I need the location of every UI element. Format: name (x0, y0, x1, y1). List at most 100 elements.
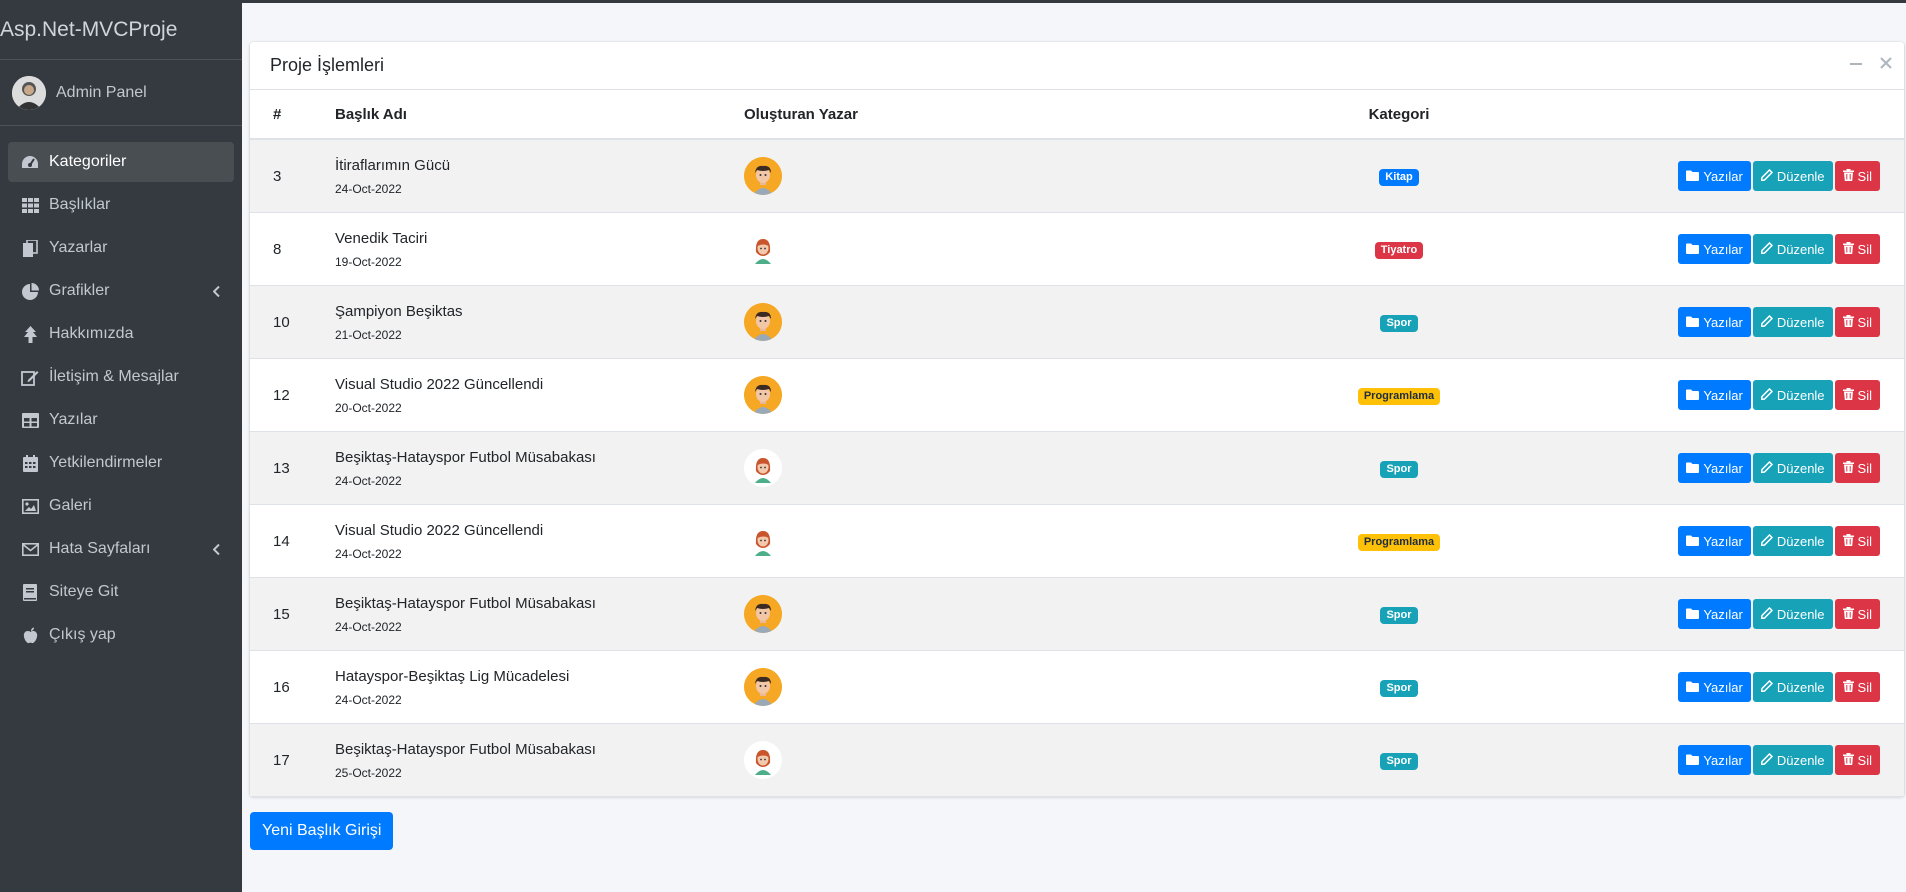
pencil-icon (1760, 752, 1777, 768)
row-actions: Yazılar Düzenle Sil (1554, 723, 1904, 797)
delete-button[interactable]: Sil (1834, 234, 1880, 264)
posts-button-label: Yazılar (1703, 679, 1743, 695)
envelope-icon (20, 539, 40, 559)
sidebar-item-yetkilendirmeler[interactable]: Yetkilendirmeler (8, 443, 234, 483)
edit-button-label: Düzenle (1776, 314, 1825, 330)
pencil-icon (1760, 168, 1777, 184)
apple-icon (20, 625, 40, 645)
posts-button[interactable]: Yazılar (1678, 234, 1751, 264)
edit-button[interactable]: Düzenle (1752, 599, 1833, 629)
posts-button-label: Yazılar (1703, 168, 1743, 184)
sidebar-item-hakkımızda[interactable]: Hakkımızda (8, 314, 234, 354)
delete-button-label: Sil (1857, 460, 1872, 476)
trash-icon (1842, 460, 1858, 476)
posts-button[interactable]: Yazılar (1678, 453, 1751, 483)
delete-button[interactable]: Sil (1834, 161, 1880, 191)
column-header-author: Oluşturan Yazar (744, 90, 1244, 140)
edit-button[interactable]: Düzenle (1752, 745, 1833, 775)
new-topic-button[interactable]: Yeni Başlık Girişi (250, 812, 394, 850)
sidebar-item-başlıklar[interactable]: Başlıklar (8, 185, 234, 225)
sidebar-item-siteye-git[interactable]: Siteye Git (8, 572, 234, 612)
sidebar-item-i-letişim-mesajlar[interactable]: İletişim & Mesajlar (8, 357, 234, 397)
trash-icon (1842, 241, 1858, 257)
posts-button-label: Yazılar (1703, 241, 1743, 257)
delete-button-label: Sil (1857, 168, 1872, 184)
trash-icon (1842, 533, 1858, 549)
row-id: 3 (250, 139, 335, 213)
delete-button[interactable]: Sil (1834, 745, 1880, 775)
posts-button[interactable]: Yazılar (1678, 526, 1751, 556)
sidebar-item-yazarlar[interactable]: Yazarlar (8, 228, 234, 268)
pencil-icon (1760, 533, 1777, 549)
edit-button[interactable]: Düzenle (1752, 307, 1833, 337)
grid-icon (20, 195, 40, 215)
sidebar-item-çıkış-yap[interactable]: Çıkış yap (8, 615, 234, 655)
edit-button-label: Düzenle (1776, 606, 1825, 622)
folder-icon (1686, 534, 1703, 549)
row-title-cell: Beşiktaş-Hatayspor Futbol Müsabakası 25-O… (335, 723, 744, 797)
row-author-cell (744, 504, 1244, 578)
row-actions: Yazılar Düzenle Sil (1554, 358, 1904, 432)
delete-button-label: Sil (1857, 241, 1872, 257)
delete-button[interactable]: Sil (1834, 380, 1880, 410)
row-date: 24-Oct-2022 (335, 181, 402, 196)
author-avatar (744, 230, 782, 268)
author-avatar (744, 668, 782, 706)
sidebar-item-hata-sayfaları[interactable]: Hata Sayfaları (8, 529, 234, 569)
delete-button[interactable]: Sil (1834, 672, 1880, 702)
row-date: 24-Oct-2022 (335, 619, 402, 634)
posts-button[interactable]: Yazılar (1678, 599, 1751, 629)
table-row: 3 İtiraflarımın Gücü 24-Oct-2022 Kitap Yazıl… (250, 139, 1904, 213)
posts-button[interactable]: Yazılar (1678, 380, 1751, 410)
edit-button-label: Düzenle (1776, 533, 1825, 549)
sidebar-item-grafikler[interactable]: Grafikler (8, 271, 234, 311)
edit-button[interactable]: Düzenle (1752, 234, 1833, 264)
posts-button[interactable]: Yazılar (1678, 745, 1751, 775)
edit-button[interactable]: Düzenle (1752, 453, 1833, 483)
edit-button[interactable]: Düzenle (1752, 380, 1833, 410)
card-tools (1850, 56, 1892, 74)
author-avatar (744, 449, 782, 487)
delete-button-label: Sil (1857, 606, 1872, 622)
edit-button-label: Düzenle (1776, 460, 1825, 476)
folder-icon (1686, 315, 1703, 330)
posts-button[interactable]: Yazılar (1678, 161, 1751, 191)
row-actions: Yazılar Düzenle Sil (1554, 504, 1904, 578)
edit-button[interactable]: Düzenle (1752, 672, 1833, 702)
sidebar-item-label: İletişim & Mesajlar (49, 368, 179, 385)
trash-icon (1842, 679, 1858, 695)
row-id: 17 (250, 723, 335, 797)
sidebar-item-kategoriler[interactable]: Kategoriler (8, 142, 234, 182)
user-panel[interactable]: Admin Panel (0, 60, 242, 126)
row-category-cell: Spor (1244, 431, 1554, 505)
posts-button-label: Yazılar (1703, 314, 1743, 330)
row-author-cell (744, 723, 1244, 797)
folder-icon (1686, 169, 1703, 184)
sidebar-item-yazılar[interactable]: Yazılar (8, 400, 234, 440)
posts-button[interactable]: Yazılar (1678, 672, 1751, 702)
posts-button[interactable]: Yazılar (1678, 307, 1751, 337)
column-header-actions (1554, 90, 1904, 140)
sidebar-item-galeri[interactable]: Galeri (8, 486, 234, 526)
edit-button[interactable]: Düzenle (1752, 526, 1833, 556)
delete-button[interactable]: Sil (1834, 307, 1880, 337)
trash-icon (1842, 752, 1858, 768)
close-icon[interactable] (1880, 56, 1892, 74)
row-id: 8 (250, 212, 335, 286)
minimize-icon[interactable] (1850, 56, 1862, 74)
category-badge: Spor (1380, 460, 1418, 478)
row-author-cell (744, 358, 1244, 432)
sidebar-item-label: Yetkilendirmeler (49, 454, 163, 471)
trash-icon (1842, 168, 1858, 184)
row-category-cell: Spor (1244, 650, 1554, 724)
delete-button[interactable]: Sil (1834, 453, 1880, 483)
table-row: 13 Beşiktaş-Hatayspor Futbol Müsabakası 24… (250, 431, 1904, 505)
delete-button[interactable]: Sil (1834, 599, 1880, 629)
brand-logo-text[interactable]: Asp.Net-MVCProje (0, 0, 242, 60)
delete-button[interactable]: Sil (1834, 526, 1880, 556)
table-row: 12 Visual Studio 2022 Güncellendi 20-Oct-2… (250, 358, 1904, 432)
edit-button[interactable]: Düzenle (1752, 161, 1833, 191)
author-avatar (744, 376, 782, 414)
row-title-cell: İtiraflarımın Gücü 24-Oct-2022 (335, 139, 744, 213)
project-card: Proje İşlemleri # Başlık Adı Oluşturan Y… (250, 42, 1904, 797)
